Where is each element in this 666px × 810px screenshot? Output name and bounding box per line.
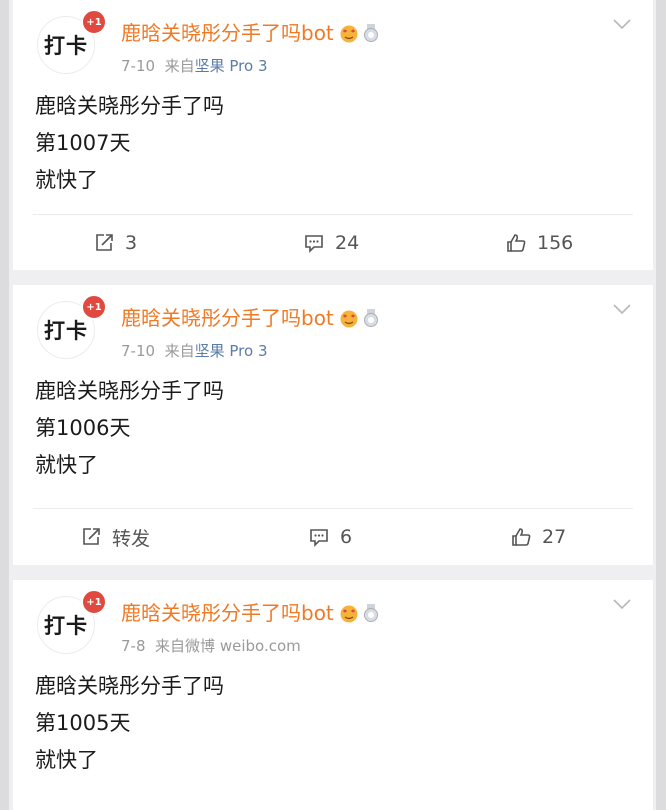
post-meta: 7-8 来自微博 weibo.com	[121, 635, 301, 656]
comment-icon	[310, 529, 328, 547]
post-line: 第1006天	[35, 416, 131, 440]
like-button[interactable]: 27	[510, 507, 566, 567]
post-line: 鹿晗关晓彤分手了吗	[35, 94, 224, 118]
comment-icon	[305, 235, 323, 253]
post-line: 第1005天	[35, 711, 131, 735]
post-date: 7-8	[121, 637, 146, 655]
avatar-text: 打卡	[44, 614, 88, 638]
chevron-down-icon[interactable]	[613, 18, 631, 30]
post-card[interactable]: 打卡 +1 鹿晗关晓彤分手了吗bot 7-10 来自坚果 Pro 3 鹿晗关晓彤…	[13, 285, 653, 565]
avatar-badge: +1	[81, 294, 107, 320]
source-prefix: 来自	[164, 342, 195, 360]
post-content: 鹿晗关晓彤分手了吗 第1007天 就快了	[35, 88, 224, 199]
repost-label: 转发	[112, 527, 151, 550]
left-edge	[0, 0, 9, 810]
action-bar: 转发 6 27	[13, 507, 653, 567]
action-bar: 3 24 156	[13, 213, 653, 273]
comment-count: 24	[335, 232, 360, 254]
chevron-down-icon[interactable]	[613, 598, 631, 610]
chevron-down-icon[interactable]	[613, 303, 631, 315]
post-line: 就快了	[35, 168, 98, 192]
post-line: 鹿晗关晓彤分手了吗	[35, 674, 224, 698]
username-text[interactable]: 鹿晗关晓彤分手了吗bot	[121, 601, 334, 625]
post-content: 鹿晗关晓彤分手了吗 第1006天 就快了	[35, 373, 224, 484]
vip-emoji-icon	[340, 25, 358, 43]
repost-icon	[83, 528, 100, 545]
avatar-text: 打卡	[44, 34, 88, 58]
username-text[interactable]: 鹿晗关晓彤分手了吗bot	[121, 21, 334, 45]
post-line: 就快了	[35, 748, 98, 772]
repost-count: 3	[125, 232, 138, 254]
post-source[interactable]: 坚果 Pro 3	[195, 57, 268, 75]
comment-button[interactable]: 24	[303, 213, 359, 273]
post-content: 鹿晗关晓彤分手了吗 第1005天 就快了	[35, 668, 224, 779]
feed: 打卡 +1 鹿晗关晓彤分手了吗bot 7-10 来自坚果 Pro 3 鹿晗关晓彤…	[0, 0, 666, 810]
avatar-text: 打卡	[44, 319, 88, 343]
medal-icon	[363, 309, 378, 327]
username[interactable]: 鹿晗关晓彤分手了吗bot	[121, 17, 380, 46]
post-source[interactable]: 坚果 Pro 3	[195, 342, 268, 360]
comment-count: 6	[340, 526, 353, 548]
post-meta: 7-10 来自坚果 Pro 3	[121, 340, 268, 361]
medal-icon	[363, 24, 378, 42]
vip-emoji-icon	[340, 310, 358, 328]
avatar-badge: +1	[81, 589, 107, 615]
vip-emoji-icon	[340, 605, 358, 623]
username-text[interactable]: 鹿晗关晓彤分手了吗bot	[121, 306, 334, 330]
username[interactable]: 鹿晗关晓彤分手了吗bot	[121, 597, 380, 626]
thumbs-up-icon	[512, 528, 531, 546]
post-card[interactable]: 打卡 +1 鹿晗关晓彤分手了吗bot 7-8 来自微博 weibo.com 鹿晗…	[13, 580, 653, 810]
like-button[interactable]: 156	[505, 213, 573, 273]
medal-icon	[363, 604, 378, 622]
right-edge	[656, 0, 666, 810]
post-card[interactable]: 打卡 +1 鹿晗关晓彤分手了吗bot 7-10 来自坚果 Pro 3 鹿晗关晓彤…	[13, 0, 653, 270]
source-prefix: 来自微博	[155, 637, 216, 655]
repost-icon	[96, 234, 113, 251]
post-meta: 7-10 来自坚果 Pro 3	[121, 55, 268, 76]
username[interactable]: 鹿晗关晓彤分手了吗bot	[121, 302, 380, 331]
repost-button[interactable]: 转发	[80, 507, 150, 567]
post-source[interactable]: weibo.com	[220, 637, 301, 655]
source-prefix: 来自	[164, 57, 195, 75]
comment-button[interactable]: 6	[308, 507, 352, 567]
like-count: 27	[542, 526, 567, 548]
post-line: 鹿晗关晓彤分手了吗	[35, 379, 224, 403]
repost-button[interactable]: 3	[93, 213, 137, 273]
post-line: 就快了	[35, 453, 98, 477]
avatar-badge: +1	[81, 9, 107, 35]
post-date: 7-10	[121, 57, 156, 75]
post-date: 7-10	[121, 342, 156, 360]
like-count: 156	[537, 232, 574, 254]
thumbs-up-icon	[507, 234, 526, 252]
post-line: 第1007天	[35, 131, 131, 155]
